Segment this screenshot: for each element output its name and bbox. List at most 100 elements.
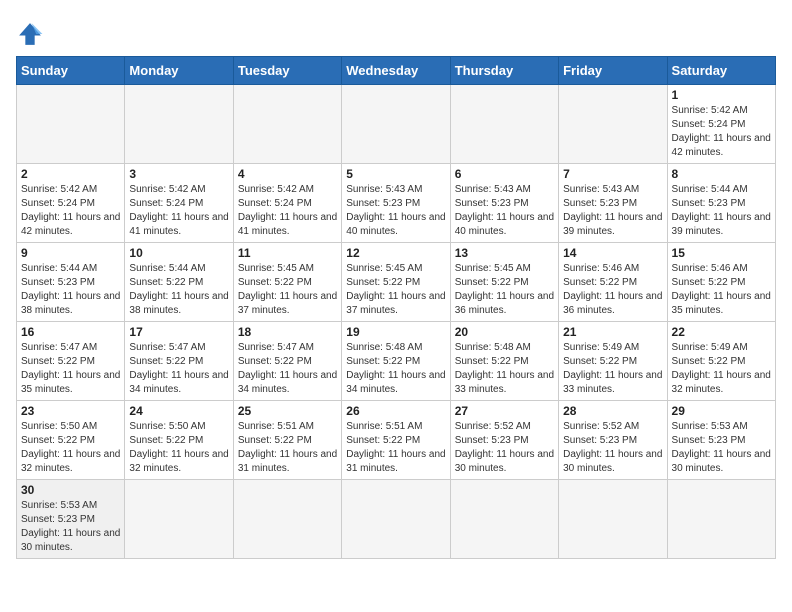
calendar-cell (17, 85, 125, 164)
calendar-cell: 16Sunrise: 5:47 AMSunset: 5:22 PMDayligh… (17, 322, 125, 401)
cell-content: Sunrise: 5:43 AMSunset: 5:23 PMDaylight:… (563, 183, 662, 239)
weekday-header-wednesday: Wednesday (342, 57, 450, 85)
cell-content: Sunrise: 5:52 AMSunset: 5:23 PMDaylight:… (563, 420, 662, 476)
calendar-cell: 3 Sunrise: 5:42 AMSunset: 5:24 PMDaylight… (125, 164, 233, 243)
day-number: 9 (21, 246, 120, 260)
cell-content: Sunrise: 5:42 AMSunset: 5:24 PMDaylight:… (238, 183, 337, 239)
day-number: 3 (129, 167, 228, 181)
calendar-cell: 12Sunrise: 5:45 AMSunset: 5:22 PMDayligh… (342, 243, 450, 322)
cell-content: Sunrise: 5:48 AMSunset: 5:22 PMDaylight:… (346, 341, 445, 397)
cell-content: Sunrise: 5:44 AMSunset: 5:23 PMDaylight:… (21, 262, 120, 318)
calendar-cell (450, 480, 558, 559)
generalblue-logo-icon (16, 20, 44, 48)
cell-content: Sunrise: 5:44 AMSunset: 5:22 PMDaylight:… (129, 262, 228, 318)
week-row-6: 30 Sunrise: 5:53 AMSunset: 5:23 PMDayligh… (17, 480, 776, 559)
calendar-cell (233, 85, 341, 164)
cell-content: Sunrise: 5:43 AMSunset: 5:23 PMDaylight:… (455, 183, 554, 239)
cell-content: Sunrise: 5:42 AMSunset: 5:24 PMDaylight:… (129, 183, 228, 239)
day-number: 15 (672, 246, 771, 260)
calendar-cell (342, 480, 450, 559)
day-number: 18 (238, 325, 337, 339)
calendar-cell: 4 Sunrise: 5:42 AMSunset: 5:24 PMDaylight… (233, 164, 341, 243)
calendar-cell (559, 480, 667, 559)
cell-content: Sunrise: 5:43 AMSunset: 5:23 PMDaylight:… (346, 183, 445, 239)
calendar-cell (450, 85, 558, 164)
weekday-header-tuesday: Tuesday (233, 57, 341, 85)
cell-content: Sunrise: 5:52 AMSunset: 5:23 PMDaylight:… (455, 420, 554, 476)
cell-content: Sunrise: 5:49 AMSunset: 5:22 PMDaylight:… (672, 341, 771, 397)
day-number: 8 (672, 167, 771, 181)
calendar-cell: 1 Sunrise: 5:42 AMSunset: 5:24 PMDaylight… (667, 85, 775, 164)
cell-content: Sunrise: 5:50 AMSunset: 5:22 PMDaylight:… (21, 420, 120, 476)
cell-content: Sunrise: 5:44 AMSunset: 5:23 PMDaylight:… (672, 183, 771, 239)
logo (16, 20, 48, 48)
calendar-cell: 21Sunrise: 5:49 AMSunset: 5:22 PMDayligh… (559, 322, 667, 401)
cell-content: Sunrise: 5:51 AMSunset: 5:22 PMDaylight:… (238, 420, 337, 476)
cell-content: Sunrise: 5:47 AMSunset: 5:22 PMDaylight:… (129, 341, 228, 397)
day-number: 17 (129, 325, 228, 339)
weekday-header-sunday: Sunday (17, 57, 125, 85)
calendar-cell: 2 Sunrise: 5:42 AMSunset: 5:24 PMDaylight… (17, 164, 125, 243)
day-number: 1 (672, 88, 771, 102)
day-number: 2 (21, 167, 120, 181)
cell-content: Sunrise: 5:45 AMSunset: 5:22 PMDaylight:… (238, 262, 337, 318)
calendar-cell: 5 Sunrise: 5:43 AMSunset: 5:23 PMDaylight… (342, 164, 450, 243)
day-number: 10 (129, 246, 228, 260)
calendar-cell: 15 Sunrise: 5:46 AMSunset: 5:22 PMDayligh… (667, 243, 775, 322)
week-row-3: 9 Sunrise: 5:44 AMSunset: 5:23 PMDaylight… (17, 243, 776, 322)
weekday-header-saturday: Saturday (667, 57, 775, 85)
day-number: 6 (455, 167, 554, 181)
calendar-cell: 17 Sunrise: 5:47 AMSunset: 5:22 PMDayligh… (125, 322, 233, 401)
calendar-cell: 22 Sunrise: 5:49 AMSunset: 5:22 PMDayligh… (667, 322, 775, 401)
calendar-cell: 18 Sunrise: 5:47 AMSunset: 5:22 PMDayligh… (233, 322, 341, 401)
calendar-cell: 19 Sunrise: 5:48 AMSunset: 5:22 PMDayligh… (342, 322, 450, 401)
cell-content: Sunrise: 5:47 AMSunset: 5:22 PMDaylight:… (238, 341, 337, 397)
calendar-cell (667, 480, 775, 559)
day-number: 20 (455, 325, 554, 339)
calendar-cell: 26 Sunrise: 5:51 AMSunset: 5:22 PMDayligh… (342, 401, 450, 480)
day-number: 11 (238, 246, 337, 260)
day-number: 24 (129, 404, 228, 418)
calendar-cell: 11 Sunrise: 5:45 AMSunset: 5:22 PMDayligh… (233, 243, 341, 322)
day-number: 29 (672, 404, 771, 418)
day-number: 23 (21, 404, 120, 418)
weekday-header-thursday: Thursday (450, 57, 558, 85)
calendar-cell: 14 Sunrise: 5:46 AMSunset: 5:22 PMDayligh… (559, 243, 667, 322)
day-number: 4 (238, 167, 337, 181)
day-number: 30 (21, 483, 120, 497)
day-number: 28 (563, 404, 662, 418)
calendar-cell (559, 85, 667, 164)
cell-content: Sunrise: 5:42 AMSunset: 5:24 PMDaylight:… (672, 104, 771, 160)
calendar-table: SundayMondayTuesdayWednesdayThursdayFrid… (16, 56, 776, 559)
day-number: 25 (238, 404, 337, 418)
day-number: 12 (346, 246, 445, 260)
calendar-cell: 6 Sunrise: 5:43 AMSunset: 5:23 PMDaylight… (450, 164, 558, 243)
calendar-cell: 25 Sunrise: 5:51 AMSunset: 5:22 PMDayligh… (233, 401, 341, 480)
week-row-5: 23 Sunrise: 5:50 AMSunset: 5:22 PMDayligh… (17, 401, 776, 480)
day-number: 14 (563, 246, 662, 260)
day-number: 26 (346, 404, 445, 418)
cell-content: Sunrise: 5:50 AMSunset: 5:22 PMDaylight:… (129, 420, 228, 476)
day-number: 5 (346, 167, 445, 181)
calendar-cell: 13Sunrise: 5:45 AMSunset: 5:22 PMDayligh… (450, 243, 558, 322)
calendar-cell: 8 Sunrise: 5:44 AMSunset: 5:23 PMDaylight… (667, 164, 775, 243)
calendar-cell (233, 480, 341, 559)
calendar-cell: 29Sunrise: 5:53 AMSunset: 5:23 PMDayligh… (667, 401, 775, 480)
week-row-2: 2 Sunrise: 5:42 AMSunset: 5:24 PMDaylight… (17, 164, 776, 243)
cell-content: Sunrise: 5:51 AMSunset: 5:22 PMDaylight:… (346, 420, 445, 476)
calendar-cell (342, 85, 450, 164)
calendar-cell: 20 Sunrise: 5:48 AMSunset: 5:22 PMDayligh… (450, 322, 558, 401)
day-number: 21 (563, 325, 662, 339)
cell-content: Sunrise: 5:46 AMSunset: 5:22 PMDaylight:… (563, 262, 662, 318)
calendar-cell: 28 Sunrise: 5:52 AMSunset: 5:23 PMDayligh… (559, 401, 667, 480)
day-number: 22 (672, 325, 771, 339)
cell-content: Sunrise: 5:48 AMSunset: 5:22 PMDaylight:… (455, 341, 554, 397)
cell-content: Sunrise: 5:46 AMSunset: 5:22 PMDaylight:… (672, 262, 771, 318)
cell-content: Sunrise: 5:53 AMSunset: 5:23 PMDaylight:… (21, 499, 120, 555)
day-number: 19 (346, 325, 445, 339)
weekday-header-monday: Monday (125, 57, 233, 85)
cell-content: Sunrise: 5:42 AMSunset: 5:24 PMDaylight:… (21, 183, 120, 239)
day-number: 16 (21, 325, 120, 339)
cell-content: Sunrise: 5:45 AMSunset: 5:22 PMDaylight:… (455, 262, 554, 318)
calendar-cell: 27Sunrise: 5:52 AMSunset: 5:23 PMDayligh… (450, 401, 558, 480)
